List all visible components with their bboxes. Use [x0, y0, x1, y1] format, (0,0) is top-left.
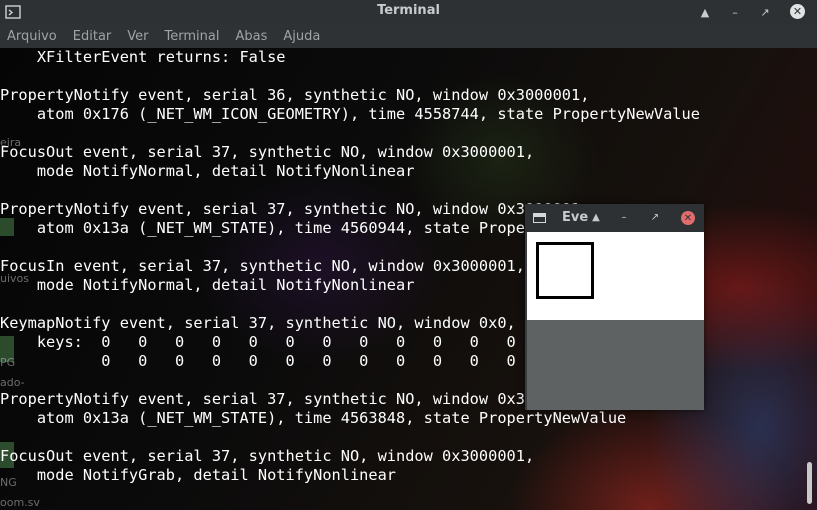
window-icon — [533, 213, 546, 223]
menu-arquivo[interactable]: Arquivo — [0, 29, 65, 44]
maximize-icon[interactable]: ↗ — [647, 209, 663, 225]
event-window-titlebar[interactable]: Eve ▲ – ↗ ✕ — [525, 204, 704, 232]
event-tester-window[interactable]: Eve ▲ – ↗ ✕ — [525, 204, 704, 410]
terminal-line: XFilterEvent returns: False — [0, 48, 286, 66]
maximize-icon[interactable]: ↗ — [756, 3, 774, 21]
terminal-line: mode NotifyNormal, detail NotifyNonlinea… — [0, 162, 415, 180]
event-square[interactable] — [536, 242, 594, 299]
event-canvas[interactable] — [527, 232, 704, 320]
terminal-line: PropertyNotify event, serial 36, synthet… — [0, 86, 590, 104]
menu-ver[interactable]: Ver — [119, 29, 156, 44]
menu-terminal[interactable]: Terminal — [157, 29, 228, 44]
event-window-body — [527, 320, 704, 410]
menubar: Arquivo Editar Ver Terminal Abas Ajuda — [0, 24, 817, 48]
terminal-line: mode NotifyNormal, detail NotifyNonlinea… — [0, 276, 415, 294]
window-title: Terminal — [377, 3, 440, 18]
scrollbar-thumb[interactable] — [807, 462, 812, 504]
terminal-line: FocusOut event, serial 37, synthetic NO,… — [0, 447, 535, 465]
minimize-icon[interactable]: – — [616, 209, 632, 225]
terminal-line: atom 0x13a (_NET_WM_STATE), time 4563848… — [0, 409, 627, 427]
restore-up-icon[interactable]: ▲ — [588, 209, 604, 225]
event-window-title: Eve — [562, 210, 589, 225]
close-icon[interactable]: ✕ — [681, 211, 695, 225]
terminal-line: FocusOut event, serial 37, synthetic NO,… — [0, 143, 535, 161]
terminal-line: PropertyNotify event, serial 37, synthet… — [0, 200, 590, 218]
scrollbar[interactable] — [802, 48, 817, 510]
menu-editar[interactable]: Editar — [65, 29, 120, 44]
window-titlebar[interactable]: Terminal ▲ – ↗ ✕ — [0, 0, 817, 24]
close-icon[interactable]: ✕ — [790, 4, 805, 19]
terminal-line: FocusIn event, serial 37, synthetic NO, … — [0, 257, 525, 275]
menu-ajuda[interactable]: Ajuda — [275, 29, 328, 44]
terminal-line: mode NotifyGrab, detail NotifyNonlinear — [0, 466, 397, 484]
terminal-line: KeymapNotify event, serial 37, synthetic… — [0, 314, 516, 332]
minimize-icon[interactable]: – — [726, 3, 744, 21]
terminal-line: atom 0x176 (_NET_WM_ICON_GEOMETRY), time… — [0, 105, 700, 123]
restore-up-icon[interactable]: ▲ — [696, 3, 714, 21]
desktop-label: oom.sv — [0, 496, 40, 509]
menu-abas[interactable]: Abas — [227, 29, 275, 44]
terminal-line: PropertyNotify event, serial 37, synthet… — [0, 390, 590, 408]
